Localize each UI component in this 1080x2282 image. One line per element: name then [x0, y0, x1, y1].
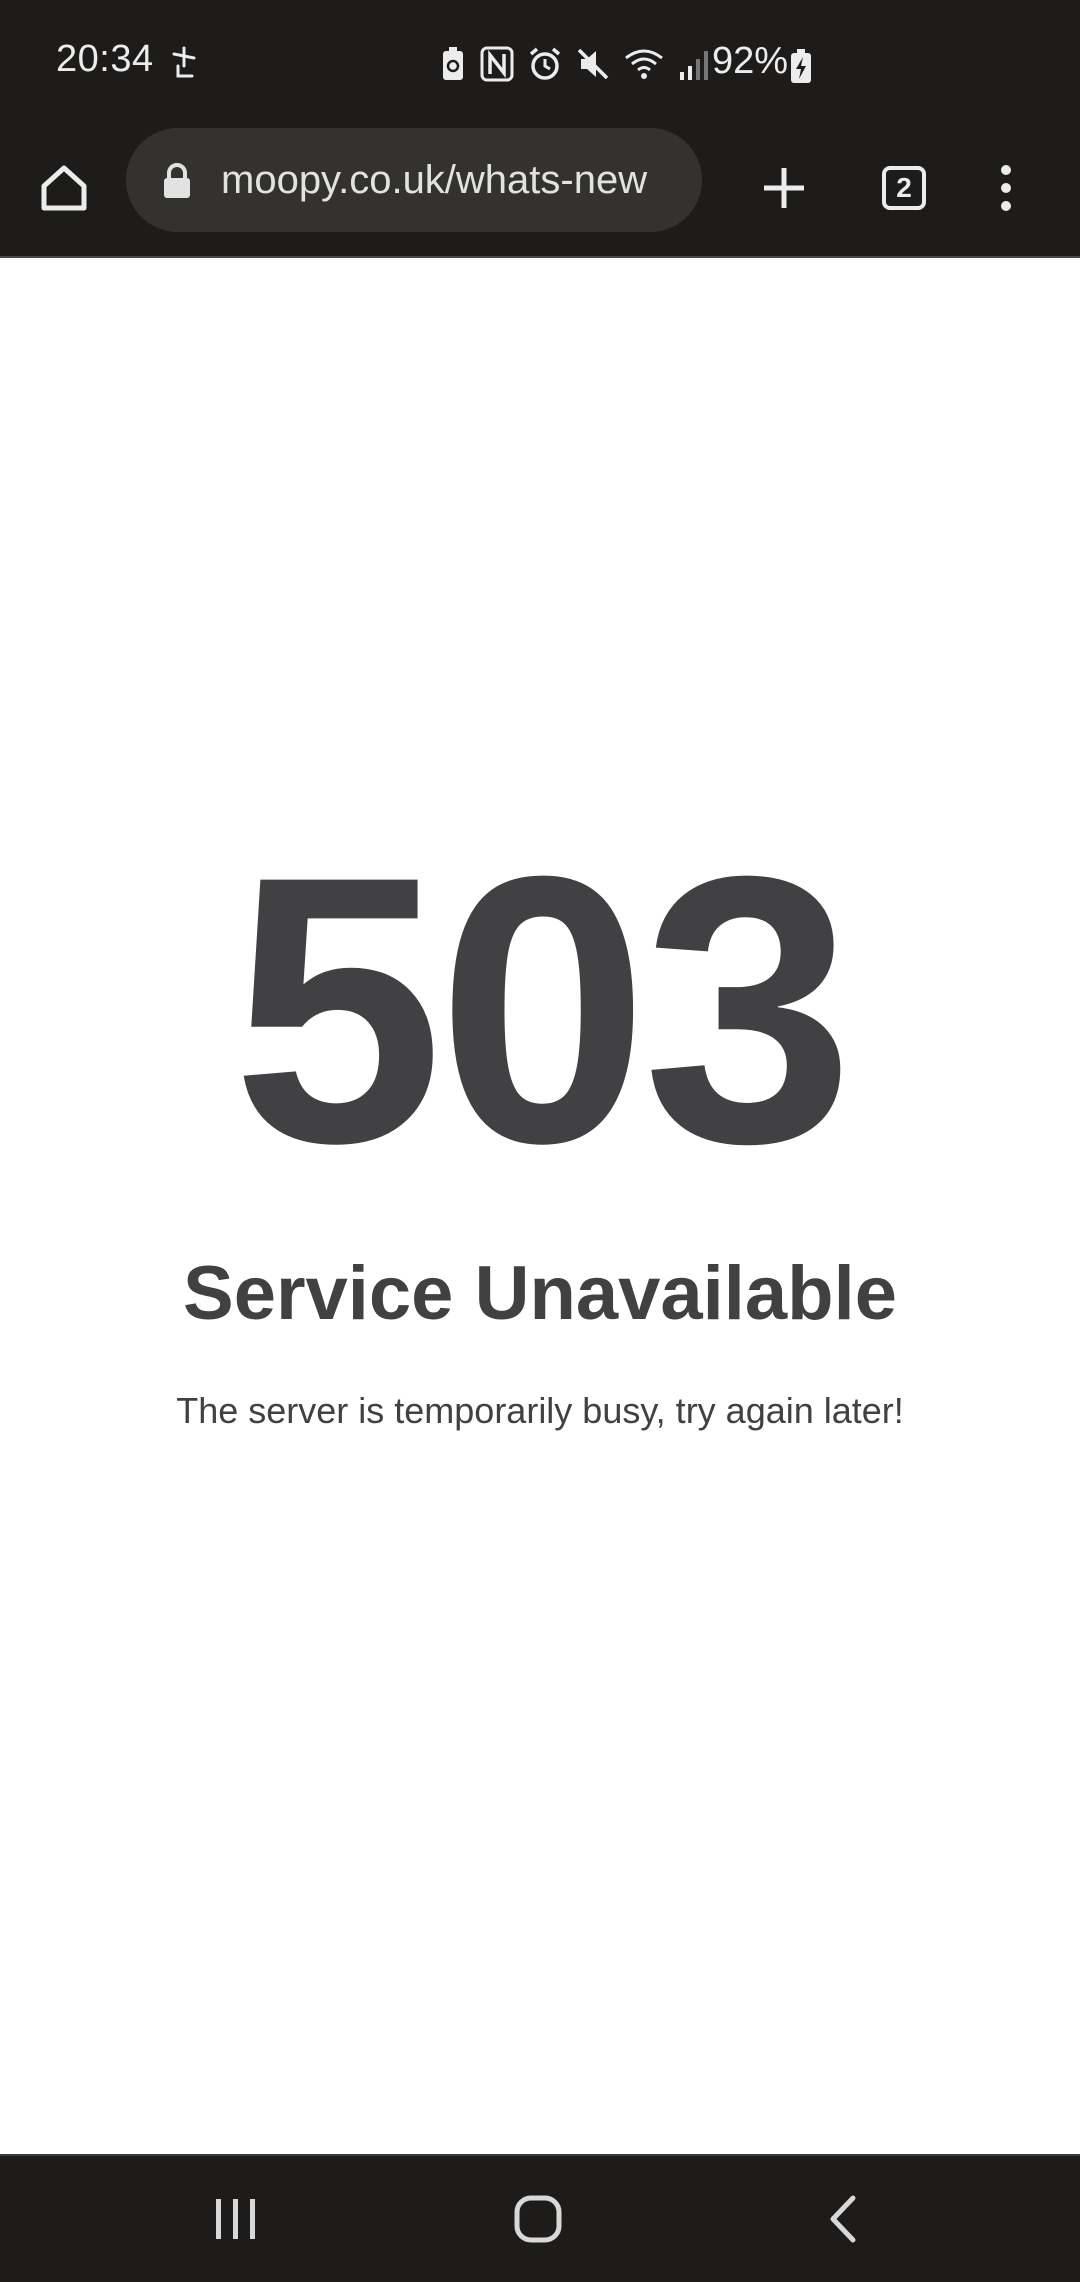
nav-home-button[interactable] [498, 2186, 578, 2252]
nfc-icon [480, 46, 514, 82]
home-icon [514, 2195, 562, 2243]
battery-saver-icon [443, 47, 463, 80]
home-button[interactable] [28, 152, 100, 224]
battery-charging-icon [791, 49, 811, 83]
battery-percent: 92% [712, 40, 789, 82]
status-bar: 20:34 92% [0, 0, 1080, 128]
error-title: Service Unavailable [183, 1251, 897, 1336]
mute-icon [577, 48, 609, 80]
status-time: 20:34 [56, 38, 154, 80]
system-nav-bar [0, 2154, 1080, 2282]
error-message: The server is temporarily busy, try agai… [176, 1390, 904, 1431]
lock-icon[interactable] [162, 162, 192, 200]
error-code: 503 [231, 797, 854, 1222]
home-icon [41, 165, 87, 211]
address-bar[interactable]: moopy.co.uk/whats-new [126, 128, 702, 232]
status-icons [440, 44, 710, 84]
pinwheel-icon [172, 46, 196, 78]
back-icon [830, 2195, 856, 2243]
alarm-icon [529, 47, 561, 80]
recents-button[interactable] [196, 2186, 276, 2252]
signal-icon [680, 51, 708, 80]
wifi-icon [625, 49, 663, 79]
back-button[interactable] [802, 2186, 882, 2252]
url-text[interactable]: moopy.co.uk/whats-new [221, 158, 691, 203]
recents-icon [216, 2199, 255, 2239]
